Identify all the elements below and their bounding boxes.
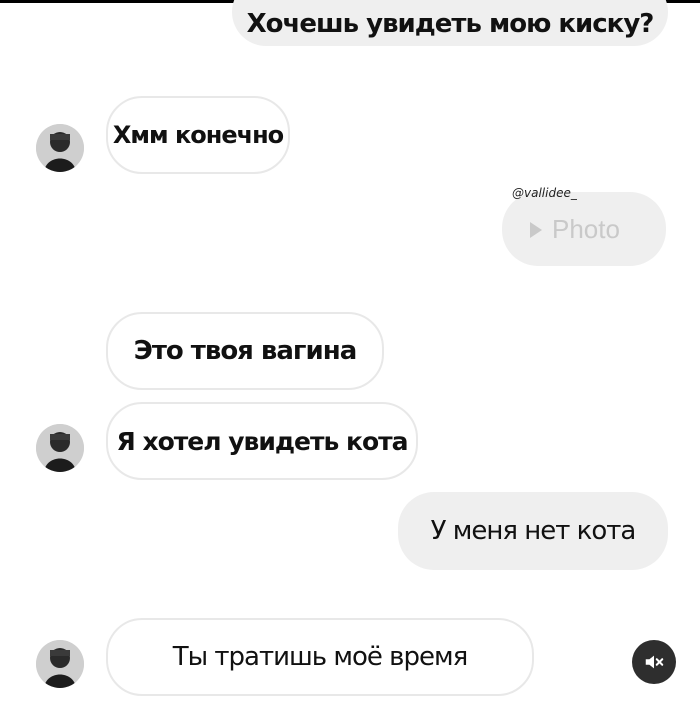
message-incoming[interactable]: Хмм конечно <box>106 96 290 174</box>
photo-label: Photo <box>530 214 620 245</box>
message-outgoing[interactable]: Хочешь увидеть мою киску? <box>232 0 668 46</box>
message-text: Я хотел увидеть кота <box>116 426 409 456</box>
message-text: У меня нет кота <box>430 516 637 546</box>
photo-source-handle: @vallidee_ <box>512 186 577 200</box>
avatar-image <box>36 124 84 172</box>
avatar-image <box>36 640 84 688</box>
message-outgoing[interactable]: У меня нет кота <box>398 492 668 570</box>
avatar[interactable] <box>36 424 84 472</box>
message-text: Ты тратишь моё время <box>172 642 469 672</box>
play-icon <box>530 221 542 238</box>
avatar[interactable] <box>36 124 84 172</box>
message-text: Хмм конечно <box>112 121 284 149</box>
message-incoming[interactable]: Ты тратишь моё время <box>106 618 534 696</box>
avatar[interactable] <box>36 640 84 688</box>
mute-button[interactable] <box>632 640 676 684</box>
mute-icon <box>645 655 664 669</box>
message-text: Хочешь увидеть мою киску? <box>246 9 655 39</box>
message-incoming[interactable]: Это твоя вагина <box>106 312 384 390</box>
avatar-image <box>36 424 84 472</box>
message-text: Это твоя вагина <box>133 336 358 366</box>
message-incoming[interactable]: Я хотел увидеть кота <box>106 402 418 480</box>
photo-label-text: Photo <box>552 214 620 244</box>
